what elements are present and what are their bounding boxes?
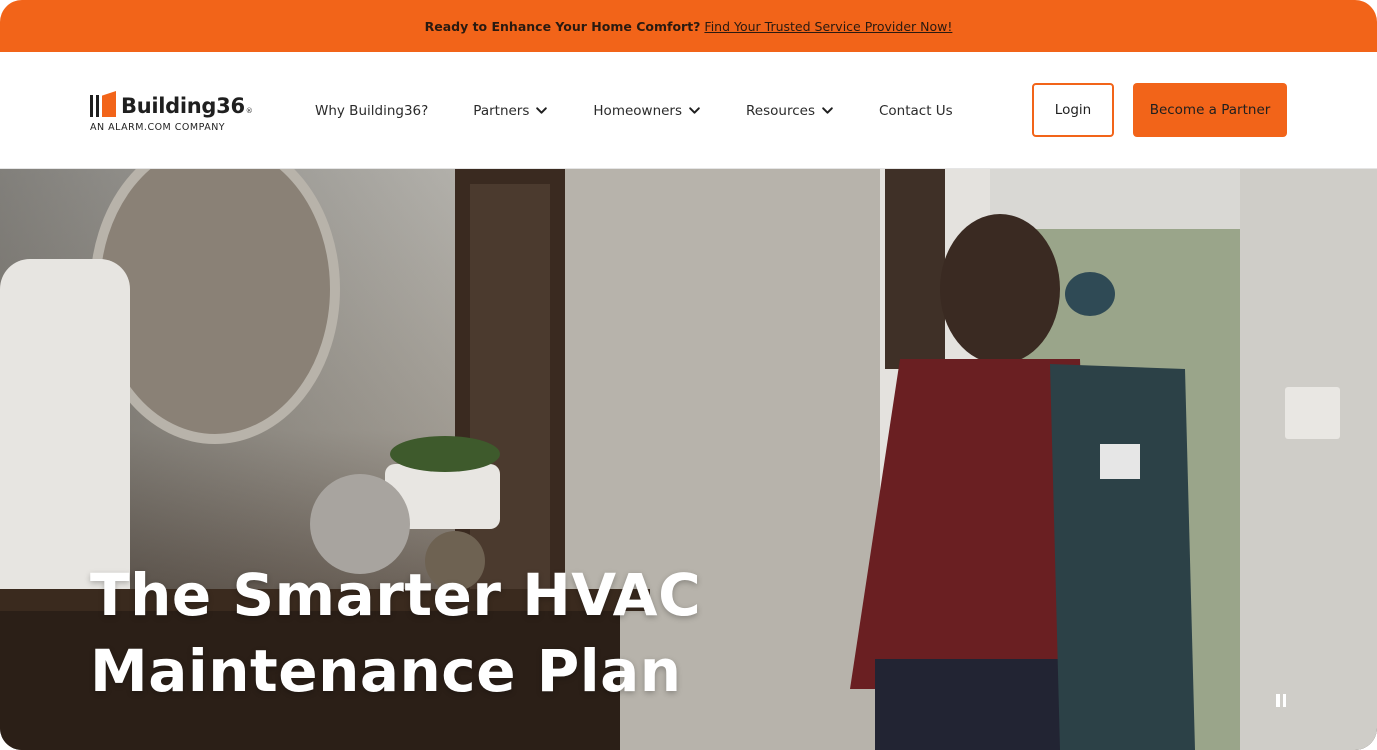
promo-banner: Ready to Enhance Your Home Comfort? Find… [0,0,1377,52]
building36-logo[interactable]: Building36 ® AN ALARM.COM COMPANY [90,89,260,135]
chevron-down-icon [536,107,548,114]
nav-item-why-building36[interactable]: Why Building36? [315,103,428,119]
site-header: Building36 ® AN ALARM.COM COMPANY Why Bu… [0,52,1377,169]
nav-item-label: Partners [473,102,530,119]
login-button[interactable]: Login [1032,83,1114,137]
page-frame: Ready to Enhance Your Home Comfort? Find… [0,0,1377,750]
nav-item-label: Homeowners [593,102,683,119]
nav-item-homeowners[interactable]: Homeowners [593,103,701,119]
chevron-down-icon [689,107,700,114]
logo-top-row: Building36 ® [90,89,260,117]
nav-item-label: Resources [746,102,815,119]
logo-tagline: AN ALARM.COM COMPANY [90,122,226,133]
nav-item-contact-us[interactable]: Contact Us [879,103,953,119]
logo-mark-icon [90,91,116,117]
chevron-down-icon [822,107,833,114]
hero-title-line-1: The Smarter HVAC [90,561,702,629]
nav-item-label: Contact Us [878,102,953,119]
nav-item-partners[interactable]: Partners [473,103,548,119]
promo-find-provider-link[interactable]: Find Your Trusted Service Provider Now! [704,19,952,34]
promo-lead-text: Ready to Enhance Your Home Comfort? [424,18,701,34]
hero-title: The Smarter HVAC Maintenance Plan [90,557,701,709]
logo-wordmark: Building36 [121,94,245,118]
hero-title-line-2: Maintenance Plan [90,637,682,705]
main-nav: Why Building36? Partners Homeowners Reso… [315,52,998,169]
nav-item-label: Why Building36? [315,102,429,119]
nav-item-resources[interactable]: Resources [746,103,834,119]
pause-icon[interactable] [1268,687,1294,713]
hero-video: The Smarter HVAC Maintenance Plan [0,169,1377,750]
become-partner-button[interactable]: Become a Partner [1133,83,1287,137]
logo-registered-mark: ® [245,107,253,115]
